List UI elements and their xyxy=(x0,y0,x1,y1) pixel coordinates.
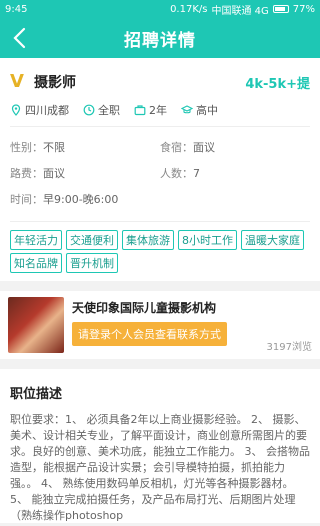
job-tags: 四川成都 全职 2年 高中 xyxy=(10,102,310,127)
description-text: 职位要求：1、 必须具备2年以上商业摄影经验。 2、 摄影、美术、设计相关专业，… xyxy=(10,413,310,522)
tag-label: 全职 xyxy=(98,104,120,117)
benefit-tag: 知名品牌 xyxy=(10,253,62,273)
benefit-tags: 年轻活力 交通便利 集体旅游 8小时工作 温暖大家庭 知名品牌 晋升机制 xyxy=(10,221,310,273)
company-card[interactable]: 天使印象国际儿童摄影机构 请登录个人会员查看联系方式 3197浏览 xyxy=(0,291,320,359)
carrier: 中国联通 4G xyxy=(211,5,269,17)
salary: 4k-5k+提 xyxy=(245,76,310,92)
tag-education: 高中 xyxy=(181,102,218,118)
job-description: 职位描述 职位要求：1、 必须具备2年以上商业摄影经验。 2、 摄影、美术、设计… xyxy=(0,369,320,523)
job-title-group: V 摄影师 xyxy=(10,72,76,92)
company-name: 天使印象国际儿童摄影机构 xyxy=(72,301,217,315)
job-info: 性别：不限 食宿：面议 路费：面议 人数：7 时间：早9:00-晚6:00 xyxy=(10,139,310,207)
benefit-tag: 集体旅游 xyxy=(122,230,174,250)
battery-percent: 77% xyxy=(292,3,315,15)
page-title: 招聘详情 xyxy=(124,30,196,51)
tag-label: 四川成都 xyxy=(25,104,69,117)
clock-icon xyxy=(83,104,95,116)
tag-type: 全职 xyxy=(83,102,120,118)
section-title: 职位描述 xyxy=(10,387,63,402)
info-gender: 性别：不限 xyxy=(10,141,65,154)
job-title: 摄影师 xyxy=(34,75,76,91)
status-time: 9:45 xyxy=(5,3,28,15)
benefit-tag: 交通便利 xyxy=(66,230,118,250)
section-gap xyxy=(0,281,320,291)
header: 招聘详情 xyxy=(0,18,320,58)
graduation-cap-icon xyxy=(181,105,193,114)
status-bar: 9:45 0.17K/s 中国联通 4G 77% xyxy=(0,0,320,18)
tag-label: 高中 xyxy=(196,104,218,117)
tag-label: 2年 xyxy=(149,104,167,117)
info-headcount: 人数：7 xyxy=(160,167,200,180)
benefit-tag: 年轻活力 xyxy=(10,230,62,250)
info-travel: 路费：面议 xyxy=(10,167,65,180)
location-pin-icon xyxy=(11,104,21,116)
section-gap xyxy=(0,359,320,369)
back-button[interactable] xyxy=(10,26,30,50)
benefit-tag: 温暖大家庭 xyxy=(241,230,304,250)
chevron-left-icon xyxy=(13,27,26,49)
company-logo xyxy=(8,297,64,353)
job-header: V 摄影师 4k-5k+提 xyxy=(10,68,310,96)
verified-badge-icon: V xyxy=(10,71,24,92)
login-to-view-contact-button[interactable]: 请登录个人会员查看联系方式 xyxy=(72,322,227,346)
info-accommodation: 食宿：面议 xyxy=(160,141,215,154)
job-card: V 摄影师 4k-5k+提 四川成都 全职 2年 高中 性别：不限 食宿：面议 … xyxy=(0,58,320,281)
network-speed: 0.17K/s xyxy=(170,3,208,15)
status-right: 0.17K/s 中国联通 4G 77% xyxy=(170,2,315,17)
benefit-tag: 晋升机制 xyxy=(66,253,118,273)
view-count: 3197浏览 xyxy=(266,342,312,353)
info-hours: 时间：早9:00-晚6:00 xyxy=(10,193,119,206)
tag-location: 四川成都 xyxy=(10,102,69,118)
tag-experience: 2年 xyxy=(134,102,167,118)
briefcase-icon xyxy=(134,105,146,116)
battery-icon xyxy=(272,5,289,13)
benefit-tag: 8小时工作 xyxy=(178,230,237,250)
